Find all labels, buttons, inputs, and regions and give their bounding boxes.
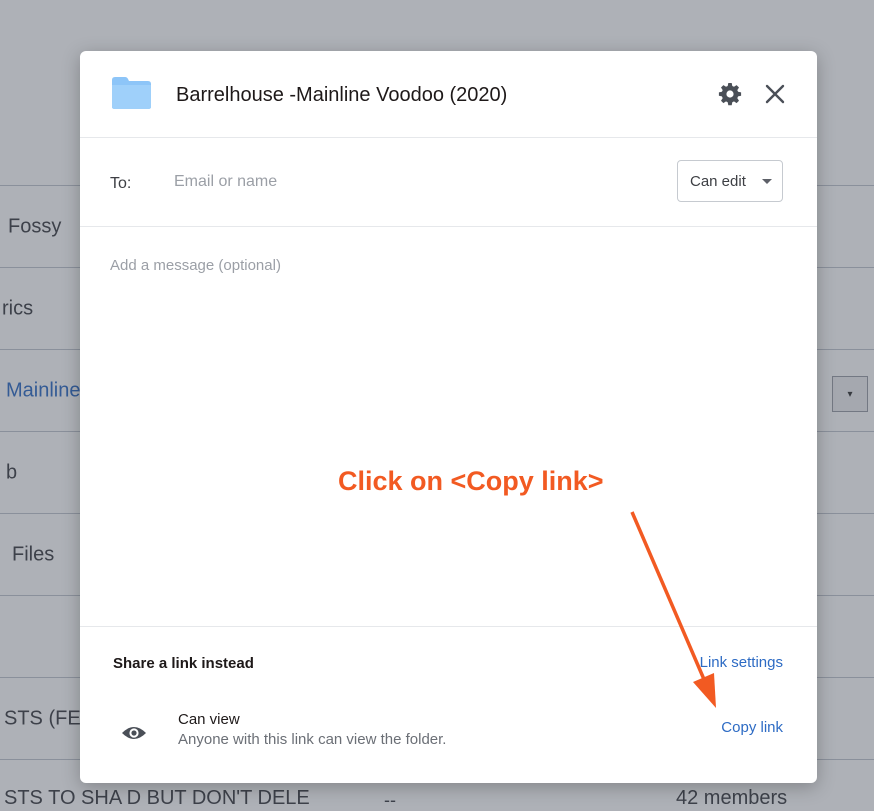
modal-title: Barrelhouse -Mainline Voodoo (2020) xyxy=(176,84,508,106)
share-link-title: Share a link instead xyxy=(113,655,254,672)
close-icon[interactable] xyxy=(764,83,786,105)
can-view-description: Anyone with this link can view the folde… xyxy=(178,731,447,748)
copy-link-button[interactable]: Copy link xyxy=(721,719,783,736)
gear-icon[interactable] xyxy=(718,82,742,106)
share-link-section: Share a link instead Link settings Can v… xyxy=(80,626,817,784)
link-settings-link[interactable]: Link settings xyxy=(700,654,783,671)
share-modal: Barrelhouse -Mainline Voodoo (2020) To: … xyxy=(80,51,817,783)
recipient-row: To: Can edit xyxy=(80,137,817,227)
recipient-input[interactable] xyxy=(170,167,658,197)
permission-dropdown[interactable]: Can edit xyxy=(677,160,783,202)
permission-value: Can edit xyxy=(690,172,746,190)
to-label: To: xyxy=(110,175,132,192)
eye-icon xyxy=(122,727,146,739)
folder-icon xyxy=(112,77,151,109)
annotation-text: Click on <Copy link> xyxy=(338,466,604,496)
chevron-down-icon xyxy=(762,179,772,184)
can-view-title: Can view xyxy=(178,711,240,728)
modal-header: Barrelhouse -Mainline Voodoo (2020) xyxy=(80,51,817,138)
message-input[interactable] xyxy=(110,257,780,617)
